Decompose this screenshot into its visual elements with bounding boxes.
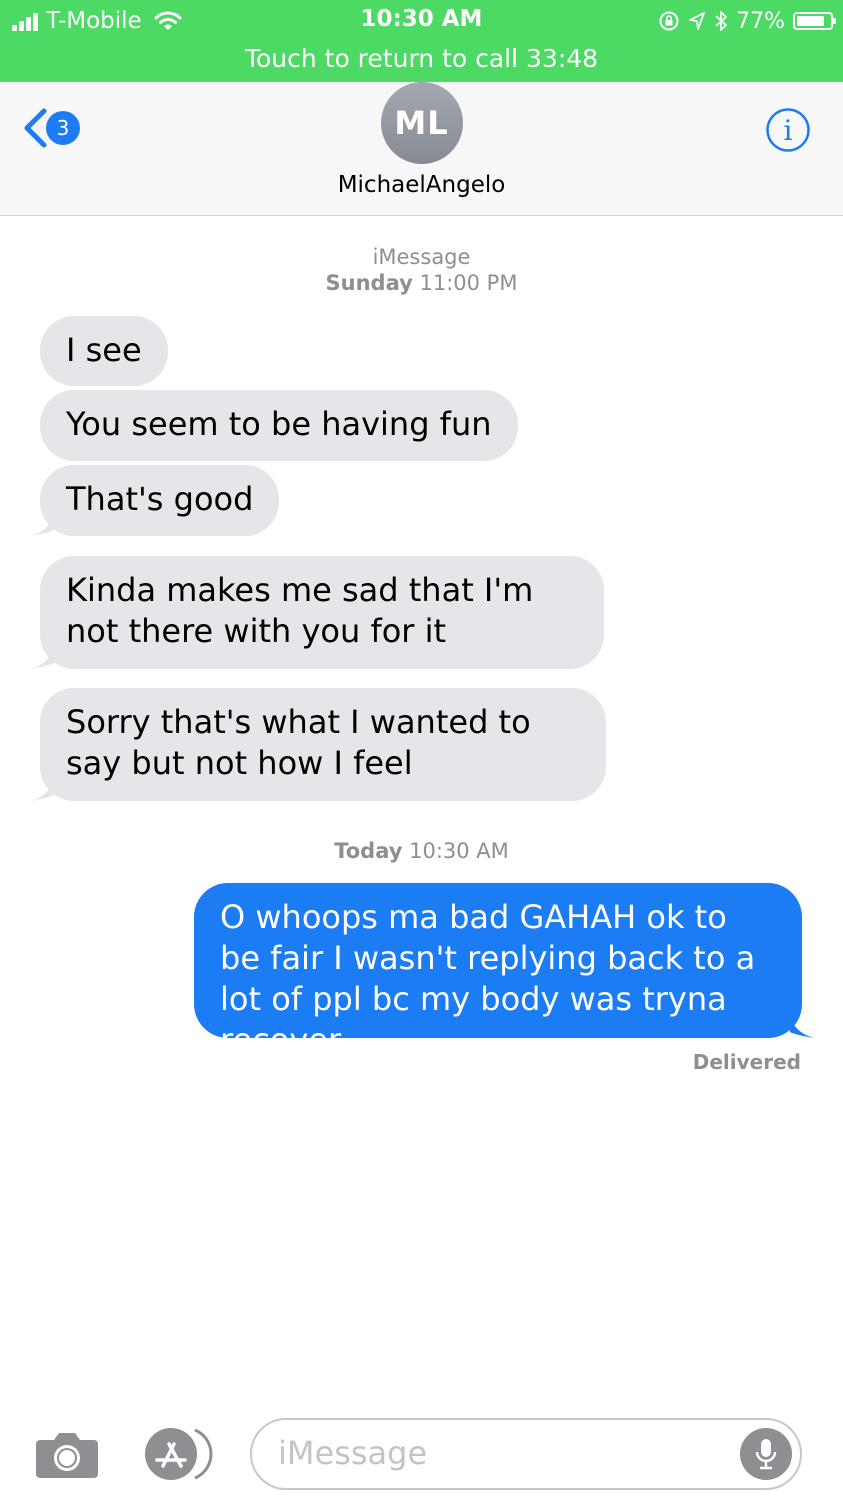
status-bar[interactable]: T-Mobile 10:30 AM 77% Touch to return to… (0, 0, 843, 82)
conversation-header: 3 ML MichaelAngelo i (0, 82, 843, 216)
bluetooth-icon (715, 11, 727, 31)
outgoing-message[interactable]: O whoops ma bad GAHAH ok to be fair I wa… (194, 883, 802, 1059)
bubble-tail (790, 1014, 814, 1038)
microphone-icon (755, 1439, 777, 1470)
camera-icon[interactable] (34, 1428, 100, 1480)
microphone-button[interactable] (740, 1428, 792, 1480)
status-bar-right: 77% (650, 6, 836, 36)
timestamp-today: Today 10:30 AM (0, 838, 843, 864)
timestamp-time: 11:00 PM (419, 271, 518, 295)
battery-icon (793, 12, 836, 30)
message-input-placeholder: iMessage (278, 1434, 428, 1472)
service-label: iMessage (372, 245, 471, 269)
incoming-message[interactable]: You seem to be having fun (40, 390, 518, 461)
contact-name[interactable]: MichaelAngelo (0, 172, 843, 198)
bubble-tail (30, 645, 54, 669)
info-glyph: i (784, 114, 793, 147)
incoming-message[interactable]: That's good (40, 465, 280, 536)
incoming-message[interactable]: Kinda makes me sad that I'm not there wi… (40, 556, 604, 669)
delivered-status: Delivered (692, 1050, 801, 1074)
bubble-tail (30, 512, 54, 536)
timestamp-day: Today (334, 839, 403, 863)
location-icon (689, 12, 705, 30)
info-icon[interactable]: i (765, 107, 811, 153)
message-input[interactable]: iMessage (250, 1418, 802, 1490)
timestamp-time: 10:30 AM (409, 839, 509, 863)
timestamp-day: Sunday (325, 271, 413, 295)
incoming-message[interactable]: I see (40, 316, 168, 386)
incoming-message[interactable]: Sorry that's what I wanted to say but no… (40, 688, 606, 801)
bubble-tail (30, 777, 54, 801)
timestamp-sunday: Sunday 11:00 PM (0, 270, 843, 296)
contact-header[interactable]: ML MichaelAngelo (0, 82, 843, 198)
app-store-icon[interactable] (143, 1426, 217, 1482)
battery-percentage: 77% (736, 8, 785, 34)
return-to-call-banner[interactable]: Touch to return to call 33:48 (0, 44, 843, 73)
avatar[interactable]: ML (380, 82, 463, 164)
orientation-lock-icon (659, 11, 679, 31)
